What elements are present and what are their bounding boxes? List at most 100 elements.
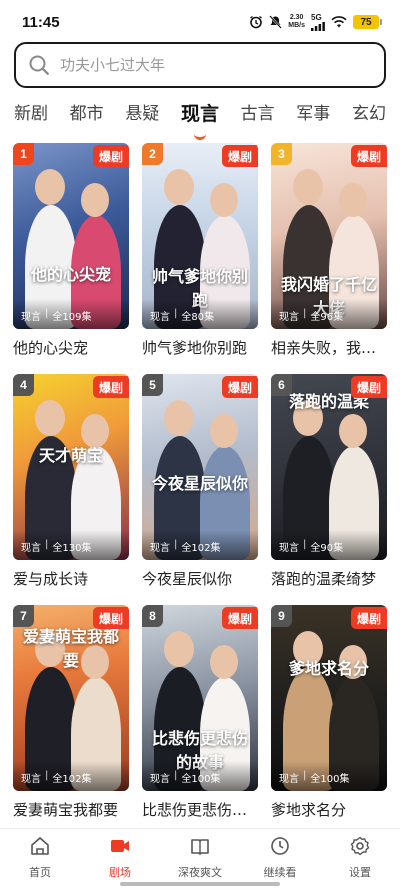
drama-card[interactable]: 天才萌宝 4 爆剧 现言 | 全130集 爱与成长诗 [13,374,129,605]
drama-title[interactable]: 相亲失败，我… [271,337,387,358]
poster-figure-head [35,169,65,205]
episode-count: 全100集 [181,774,221,785]
poster-meta: 现言 | 全130集 [21,539,91,554]
nav-label: 设置 [349,866,371,879]
meta-divider: | [174,770,178,781]
hot-badge: 爆剧 [92,376,129,398]
nav-label: 剧场 [109,866,131,879]
meta-divider: | [174,308,178,319]
drama-poster[interactable]: 爹地求名分 9 爆剧 现言 | 全100集 [271,605,387,791]
poster-figure-head [210,183,238,217]
rank-badge: 7 [13,605,34,627]
drama-poster[interactable]: 今夜星辰似你 5 爆剧 现言 | 全102集 [142,374,258,560]
meta-divider: | [45,308,49,319]
nav-item-clock[interactable]: 继续看 [240,829,320,879]
battery-icon: 75 [353,15,382,29]
battery-level: 75 [353,15,379,29]
wifi-icon [331,16,347,28]
drama-poster[interactable]: 他的心尖宠 1 爆剧 现言 | 全109集 [13,143,129,329]
status-bar: 11:45 2.30 MB/s 5G 75 [0,0,400,44]
search-bar[interactable] [14,42,386,88]
drama-poster[interactable]: 落跑的温柔 6 爆剧 现言 | 全90集 [271,374,387,560]
tab-4[interactable]: 古言 [241,100,275,132]
network-type: 5G [311,13,322,22]
tab-label: 悬疑 [125,104,160,124]
drama-poster[interactable]: 我闪婚了千亿大佬3爆剧现言|全96集 [271,143,387,329]
tab-3[interactable]: 现言 [180,100,219,140]
drama-card[interactable]: 他的心尖宠 1 爆剧 现言 | 全109集 他的心尖宠 [13,143,129,374]
drama-title[interactable]: 帅气爹地你别跑 [142,337,258,358]
hot-badge: 爆剧 [92,145,129,167]
search-input[interactable] [60,56,340,74]
poster-figure-head [293,169,323,205]
net-speed-value: 2.30 [289,14,304,21]
poster-figure-head [164,400,194,436]
genre-label: 现言 [279,543,299,554]
nav-item-book[interactable]: 深夜爽文 [160,829,240,879]
episode-count: 全80集 [181,312,215,323]
gear-icon [349,835,371,861]
bottom-nav: 首页 剧场 深夜爽文 继续看 设置 [0,828,400,879]
search-icon [29,55,49,75]
genre-label: 现言 [150,543,170,554]
net-speed-unit: MB/s [288,22,305,29]
drama-card[interactable]: 爹地求名分 9 爆剧 现言 | 全100集 爹地求名分 [271,605,387,836]
home-indicator[interactable] [120,882,280,886]
drama-card[interactable]: 爱妻萌宝我都要 7 爆剧 现言 | 全102集 爱妻萌宝我都要 [13,605,129,836]
episode-count: 全102集 [52,774,92,785]
genre-label: 现言 [21,312,41,323]
rank-badge: 3 [271,143,292,165]
poster-figure-head [339,183,367,217]
drama-card[interactable]: 今夜星辰似你 5 爆剧 现言 | 全102集今夜星辰似你 [142,374,258,605]
meta-divider: | [45,770,49,781]
poster-figure-head [164,631,194,667]
poster-meta: 现言 | 全100集 [150,770,220,785]
drama-grid: 他的心尖宠1爆剧现言|全109集他的心尖宠帅气爹地你别跑2爆剧现言|全80集帅气… [13,143,387,836]
drama-poster[interactable]: 比悲伤更悲伤的故事8爆剧现言|全100集 [142,605,258,791]
tab-label: 现言 [180,103,219,125]
tab-6[interactable]: 玄幻 [352,100,386,132]
genre-label: 现言 [21,543,41,554]
drama-card[interactable]: 帅气爹地你别跑2爆剧现言|全80集帅气爹地你别跑 [142,143,258,374]
drama-title[interactable]: 落跑的温柔绮梦 [271,568,387,589]
drama-title[interactable]: 今夜星辰似你 [142,568,258,589]
hot-badge: 爆剧 [92,607,129,629]
nav-item-home[interactable]: 首页 [0,829,80,879]
poster-art-title: 爹地求名分 [288,659,369,678]
status-icons: 2.30 MB/s 5G 75 [249,13,382,31]
tab-label: 古言 [240,104,275,124]
drama-title[interactable]: 比悲伤更悲伤… [142,799,258,820]
poster-figure-head [339,414,367,448]
tab-2[interactable]: 悬疑 [125,100,159,132]
drama-poster[interactable]: 帅气爹地你别跑2爆剧现言|全80集 [142,143,258,329]
genre-label: 现言 [21,774,41,785]
episode-count: 全130集 [52,543,92,554]
poster-art-title: 天才萌宝 [38,446,103,465]
drama-title[interactable]: 爱妻萌宝我都要 [13,799,129,820]
tab-0[interactable]: 新剧 [14,100,48,132]
drama-title[interactable]: 爹地求名分 [271,799,387,820]
drama-title[interactable]: 他的心尖宠 [13,337,129,358]
poster-figure-head [81,183,109,217]
nav-label: 首页 [29,866,51,879]
hot-badge: 爆剧 [221,145,258,167]
drama-title[interactable]: 爱与成长诗 [13,568,129,589]
tab-5[interactable]: 军事 [296,100,330,132]
drama-card[interactable]: 落跑的温柔 6 爆剧 现言 | 全90集落跑的温柔绮梦 [271,374,387,605]
drama-card[interactable]: 我闪婚了千亿大佬3爆剧现言|全96集相亲失败，我… [271,143,387,374]
poster-meta: 现言 | 全102集 [150,539,220,554]
tab-1[interactable]: 都市 [70,100,104,132]
nav-item-gear[interactable]: 设置 [320,829,400,879]
rank-badge: 5 [142,374,163,396]
genre-label: 现言 [150,312,170,323]
poster-figure-head [210,414,238,448]
drama-poster[interactable]: 爱妻萌宝我都要 7 爆剧 现言 | 全102集 [13,605,129,791]
genre-label: 现言 [279,312,299,323]
poster-meta: 现言 | 全96集 [279,308,343,323]
drama-poster[interactable]: 天才萌宝 4 爆剧 现言 | 全130集 [13,374,129,560]
drama-card[interactable]: 比悲伤更悲伤的故事8爆剧现言|全100集比悲伤更悲伤… [142,605,258,836]
category-tabs: 新剧 都市 悬疑 现言 古言 军事 玄幻 [0,100,400,140]
nav-label: 深夜爽文 [178,866,222,879]
nav-item-video[interactable]: 剧场 [80,829,160,879]
rank-badge: 2 [142,143,163,165]
